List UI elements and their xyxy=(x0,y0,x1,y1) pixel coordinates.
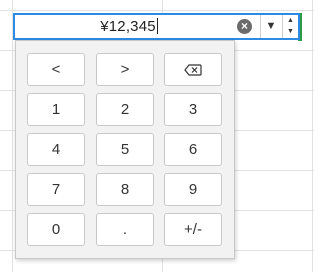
key-decimal[interactable]: . xyxy=(96,213,154,246)
triangle-down-icon: ▼ xyxy=(265,20,277,32)
spin-buttons: ▲ ▼ xyxy=(283,15,298,38)
key-move-left[interactable]: < xyxy=(27,53,85,86)
spin-up-icon[interactable]: ▲ xyxy=(283,15,298,26)
key-backspace[interactable] xyxy=(164,53,222,86)
key-2[interactable]: 2 xyxy=(96,93,154,126)
key-0[interactable]: 0 xyxy=(27,213,85,246)
key-9[interactable]: 9 xyxy=(164,173,222,206)
key-toggle-sign[interactable]: +/- xyxy=(164,213,222,246)
spin-down-icon[interactable]: ▼ xyxy=(283,26,298,37)
key-8[interactable]: 8 xyxy=(96,173,154,206)
calculator-keypad-popup: < > 1 2 3 4 5 6 7 8 9 0 . +/- xyxy=(15,40,235,259)
text-caret xyxy=(156,18,158,34)
key-5[interactable]: 5 xyxy=(96,133,154,166)
key-1[interactable]: 1 xyxy=(27,93,85,126)
key-6[interactable]: 6 xyxy=(164,133,222,166)
backspace-icon xyxy=(184,64,202,76)
key-3[interactable]: 3 xyxy=(164,93,222,126)
clear-icon[interactable]: × xyxy=(237,19,252,34)
key-move-right[interactable]: > xyxy=(96,53,154,86)
dropdown-toggle-button[interactable]: ▼ xyxy=(261,15,281,38)
cell-value-text: ¥12,345 xyxy=(100,18,156,35)
key-4[interactable]: 4 xyxy=(27,133,85,166)
cell-value-input[interactable]: ¥12,345 xyxy=(15,15,243,38)
key-7[interactable]: 7 xyxy=(27,173,85,206)
currency-cell-editor[interactable]: ¥12,345 × ▼ ▲ ▼ xyxy=(13,13,300,40)
